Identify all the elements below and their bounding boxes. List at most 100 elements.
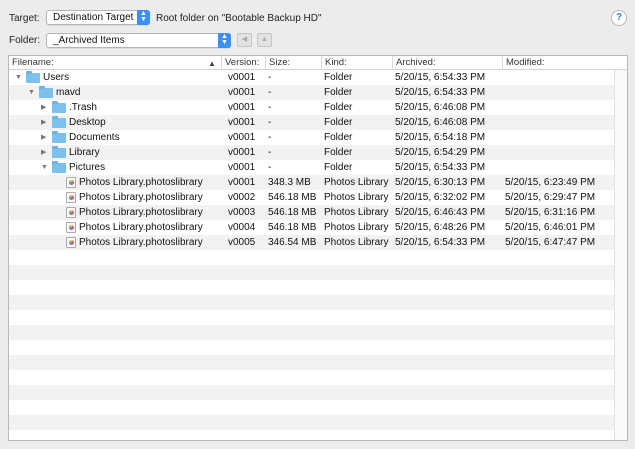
archive-table[interactable]: Filename: ▲ Version: Size: Kind: Archived… (8, 55, 628, 441)
disclosure-collapsed-icon[interactable]: ▶ (41, 145, 46, 160)
size-cell: - (268, 147, 272, 158)
filename-cell: Desktop (69, 117, 106, 128)
kind-cell: Folder (324, 162, 353, 173)
empty-row (9, 280, 614, 295)
table-row[interactable]: ▶ Documents v0001 - Folder 5/20/15, 6:54:18 P… (9, 130, 614, 145)
column-header-kind[interactable]: Kind: (321, 56, 392, 69)
column-header-size[interactable]: Size: (265, 56, 321, 69)
photos-library-icon (66, 177, 76, 188)
column-header-modified[interactable]: Modified: (502, 56, 627, 69)
archived-cell: 5/20/15, 6:54:33 PM (395, 237, 486, 248)
table-row[interactable]: Photos Library.photoslibrary v0003 546.18 … (9, 205, 614, 220)
empty-row (9, 355, 614, 370)
kind-cell: Photos Library (324, 192, 389, 203)
filename-cell: Documents (69, 132, 120, 143)
table-row[interactable]: ▶ Desktop v0001 - Folder 5/20/15, 6:46:08 PM (9, 115, 614, 130)
target-popup[interactable]: Destination Target ▲ ▼ (46, 10, 150, 25)
sort-ascending-icon: ▲ (208, 59, 216, 68)
version-cell: v0001 (228, 132, 256, 143)
vertical-scrollbar[interactable] (614, 70, 627, 440)
archived-cell: 5/20/15, 6:54:18 PM (395, 132, 486, 143)
archived-cell: 5/20/15, 6:54:33 PM (395, 72, 486, 83)
empty-row (9, 340, 614, 355)
size-cell: - (268, 132, 272, 143)
table-row[interactable]: ▼ mavd v0001 - Folder 5/20/15, 6:54:33 PM (9, 85, 614, 100)
modified-cell: 5/20/15, 6:29:47 PM (505, 192, 596, 203)
help-button[interactable]: ? (611, 10, 627, 26)
photos-library-icon (66, 207, 76, 218)
archived-cell: 5/20/15, 6:54:29 PM (395, 147, 486, 158)
version-cell: v0002 (228, 192, 256, 203)
size-cell: - (268, 102, 272, 113)
disclosure-collapsed-icon[interactable]: ▶ (41, 130, 46, 145)
table-row[interactable]: ▶ Library v0001 - Folder 5/20/15, 6:54:29 PM (9, 145, 614, 160)
filename-cell: Photos Library.photoslibrary (79, 207, 203, 218)
archived-cell: 5/20/15, 6:54:33 PM (395, 162, 486, 173)
empty-row (9, 415, 614, 430)
disclosure-collapsed-icon[interactable]: ▶ (41, 115, 46, 130)
kind-cell: Folder (324, 147, 353, 158)
table-row[interactable]: ▼ Pictures v0001 - Folder 5/20/15, 6:54:33 PM (9, 160, 614, 175)
size-cell: 348.3 MB (268, 177, 311, 188)
kind-cell: Photos Library (324, 207, 389, 218)
column-header-archived[interactable]: Archived: (392, 56, 502, 69)
version-cell: v0001 (228, 87, 256, 98)
table-row[interactable]: ▶ .Trash v0001 - Folder 5/20/15, 6:46:08 PM (9, 100, 614, 115)
target-description: Root folder on "Bootable Backup HD" (156, 13, 322, 24)
popup-arrows-icon: ▲ ▼ (137, 10, 150, 25)
table-row[interactable]: Photos Library.photoslibrary v0002 546.18 … (9, 190, 614, 205)
archived-cell: 5/20/15, 6:48:26 PM (395, 222, 486, 233)
folder-label: Folder: (9, 35, 41, 46)
empty-row (9, 250, 614, 265)
table-row[interactable]: Photos Library.photoslibrary v0004 546.18 … (9, 220, 614, 235)
target-popup-value: Destination Target (53, 12, 134, 23)
version-cell: v0001 (228, 162, 256, 173)
folder-icon (52, 116, 66, 128)
kind-cell: Folder (324, 132, 353, 143)
archived-cell: 5/20/15, 6:46:43 PM (395, 207, 486, 218)
archived-cell: 5/20/15, 6:32:02 PM (395, 192, 486, 203)
filename-cell: Photos Library.photoslibrary (79, 177, 203, 188)
version-cell: v0001 (228, 102, 256, 113)
version-cell: v0004 (228, 222, 256, 233)
size-cell: - (268, 87, 272, 98)
disclosure-expanded-icon[interactable]: ▼ (41, 160, 48, 175)
filename-cell: Photos Library.photoslibrary (79, 222, 203, 233)
empty-row (9, 385, 614, 400)
modified-cell: 5/20/15, 6:31:16 PM (505, 207, 596, 218)
size-cell: - (268, 162, 272, 173)
help-icon: ? (615, 12, 623, 23)
photos-library-icon (66, 222, 76, 233)
disclosure-collapsed-icon[interactable]: ▶ (41, 100, 46, 115)
kind-cell: Photos Library (324, 237, 389, 248)
empty-row (9, 295, 614, 310)
empty-row (9, 265, 614, 280)
table-row[interactable]: ▼ Users v0001 - Folder 5/20/15, 6:54:33 PM (9, 70, 614, 85)
size-cell: 546.18 MB (268, 192, 317, 203)
table-row[interactable]: Photos Library.photoslibrary v0001 348.3 M… (9, 175, 614, 190)
popup-arrows-icon: ▲ ▼ (218, 33, 231, 48)
archived-cell: 5/20/15, 6:46:08 PM (395, 117, 486, 128)
table-header: Filename: ▲ Version: Size: Kind: Archived… (9, 56, 627, 70)
modified-cell: 5/20/15, 6:46:01 PM (505, 222, 596, 233)
up-button[interactable]: ▲ (257, 33, 272, 47)
modified-cell: 5/20/15, 6:23:49 PM (505, 177, 596, 188)
filename-cell: Pictures (69, 162, 106, 173)
archived-cell: 5/20/15, 6:54:33 PM (395, 87, 486, 98)
empty-row (9, 325, 614, 340)
photos-library-icon (66, 237, 76, 248)
version-cell: v0005 (228, 237, 256, 248)
column-header-version[interactable]: Version: (221, 56, 265, 69)
column-header-filename[interactable]: Filename: ▲ (9, 56, 221, 69)
table-row[interactable]: Photos Library.photoslibrary v0005 346.54 … (9, 235, 614, 250)
version-cell: v0001 (228, 147, 256, 158)
disclosure-expanded-icon[interactable]: ▼ (15, 70, 22, 85)
disclosure-expanded-icon[interactable]: ▼ (28, 85, 35, 100)
archived-cell: 5/20/15, 6:46:08 PM (395, 102, 486, 113)
size-cell: 346.54 MB (268, 237, 317, 248)
up-arrow-icon: ▲ (261, 36, 268, 43)
size-cell: - (268, 72, 272, 83)
back-button[interactable]: ◀ (237, 33, 252, 47)
folder-popup[interactable]: _Archived Items ▲ ▼ (46, 33, 231, 48)
filename-cell: Library (69, 147, 100, 158)
